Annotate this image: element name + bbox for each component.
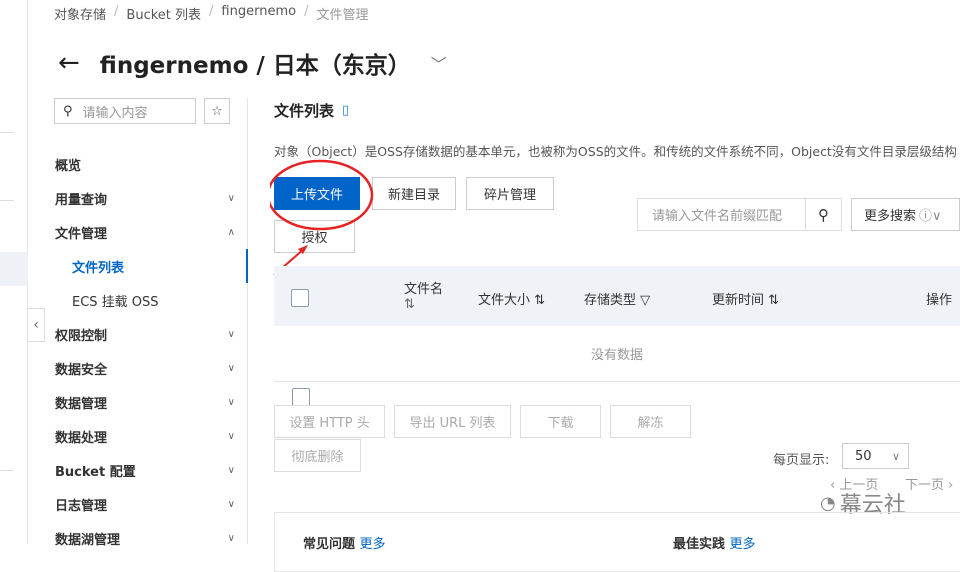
nav-overview[interactable]: 概览 [55,147,245,181]
nav-log-management[interactable]: 日志管理 ∨ [55,487,245,521]
chevron-down-icon: ∨ [227,362,235,374]
help-cards: 常见问题 更多 最佳实践 更多 [274,512,960,572]
chevron-down-icon: ∨ [227,430,235,442]
set-http-header-button[interactable]: 设置 HTTP 头 [274,405,385,438]
search-icon[interactable]: ⚲ [805,199,841,230]
collapse-sidebar-button[interactable]: ‹ [27,308,45,342]
more-search-dropdown[interactable]: 更多搜索 ⓘ∨ [851,198,960,231]
divider [247,98,248,544]
clipboard-icon[interactable]: ▯ [342,103,349,118]
help-icon: ⓘ∨ [919,209,942,224]
delete-button[interactable]: 彻底删除 [274,439,361,472]
page-size-label: 每页显示: [773,453,830,468]
nav-data-lake[interactable]: 数据湖管理 ∨ [55,521,245,555]
unfreeze-button[interactable]: 解冻 [610,405,691,438]
nav-file-management[interactable]: 文件管理 ∧ [55,215,245,249]
crumb-bucket-list[interactable]: Bucket 列表 [126,4,201,23]
annotation-circle [270,159,374,231]
page-size-select[interactable]: 50 ∨ [842,443,909,469]
nav-data-security[interactable]: 数据安全 ∨ [55,351,245,385]
bucket-title: fingernemo / 日本（东京） [99,53,411,79]
nav-search-placeholder: 请输入内容 [82,105,148,121]
annotation-overlay [270,159,374,276]
nav-data-management[interactable]: 数据管理 ∨ [55,385,245,419]
chevron-down-icon: ∨ [227,328,235,340]
back-arrow-icon[interactable]: ← [58,48,80,78]
breadcrumb: 对象存储 / Bucket 列表 / fingernemo / 文件管理 [54,4,369,23]
search-icon: ⚲ [63,103,73,119]
col-actions: 操作 [926,293,953,308]
nav-data-processing[interactable]: 数据处理 ∨ [55,419,245,453]
download-button[interactable]: 下载 [520,405,601,438]
crumb-current: 文件管理 [316,8,369,23]
bulk-select-checkbox[interactable] [292,388,310,406]
file-search-input[interactable]: 请输入文件名前缀匹配 ⚲ [637,198,842,231]
faq-more-link[interactable]: 更多 [360,537,386,552]
section-title: 文件列表 ▯ [274,102,350,120]
fragment-management-button[interactable]: 碎片管理 [466,177,554,210]
col-size[interactable]: 文件大小 ⇅ [478,289,545,308]
nav-ecs-mount[interactable]: ECS 挂载 OSS [55,283,245,317]
nav-search-input[interactable]: ⚲ 请输入内容 [54,98,196,124]
col-filename[interactable]: 文件名 ⇅ [404,278,443,312]
chevron-down-icon: ∨ [227,498,235,510]
chevron-down-icon: ∨ [227,396,235,408]
next-page-button[interactable]: 下一页 › [905,474,953,493]
select-all-checkbox[interactable] [291,289,309,307]
star-icon[interactable]: ☆ [204,98,230,124]
crumb-bucket[interactable]: fingernemo [221,4,296,23]
nav-bucket-config[interactable]: Bucket 配置 ∨ [55,453,245,487]
sidebar-nav: 概览 用量查询 ∨ 文件管理 ∧ 文件列表 ECS 挂载 OSS 权限控制 ∨ 数据安… [55,147,248,555]
chevron-down-icon: ∨ [891,449,900,463]
chevron-down-icon: ∨ [227,464,235,476]
chevron-down-icon[interactable]: ﹀ [431,51,447,75]
col-updated[interactable]: 更新时间 ⇅ [712,289,779,308]
col-storage-type[interactable]: 存储类型 ▽ [584,289,650,308]
page-title: ← fingernemo / 日本（东京） ﹀ [58,46,447,80]
nav-file-list[interactable]: 文件列表 [55,249,248,283]
faq-title: 常见问题 更多 [303,537,386,552]
nav-access-control[interactable]: 权限控制 ∨ [55,317,245,351]
nav-usage[interactable]: 用量查询 ∨ [55,181,245,215]
wechat-icon: ◔ [820,492,836,514]
new-directory-button[interactable]: 新建目录 [372,177,456,210]
global-sidebar [0,0,28,544]
best-practice-title: 最佳实践 更多 [673,537,756,552]
best-more-link[interactable]: 更多 [730,537,756,552]
export-url-button[interactable]: 导出 URL 列表 [394,405,511,438]
chevron-up-icon: ∧ [227,226,235,238]
chevron-down-icon: ∨ [227,192,235,204]
crumb-oss[interactable]: 对象存储 [54,4,106,23]
empty-state: 没有数据 [274,326,960,382]
table-header: 文件名 ⇅ 文件大小 ⇅ 存储类型 ▽ 更新时间 ⇅ 操作 [274,266,960,326]
chevron-down-icon: ∨ [227,532,235,544]
